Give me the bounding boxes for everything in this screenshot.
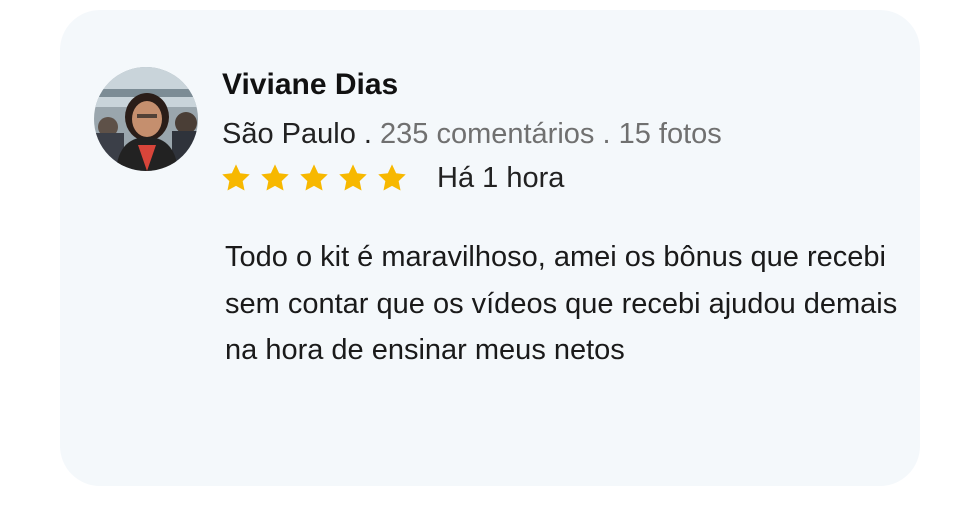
- reviewer-meta: São Paulo . 235 comentários . 15 fotos: [222, 118, 722, 151]
- star-icon: [220, 162, 252, 194]
- star-icon: [298, 162, 330, 194]
- reviewer-city: São Paulo .: [222, 118, 372, 150]
- reviewer-photo-count: 15 fotos: [618, 118, 722, 150]
- reviewer-name: Viviane Dias: [222, 68, 399, 101]
- avatar[interactable]: [94, 67, 198, 171]
- review-card: Viviane Dias São Paulo . 235 comentários…: [60, 10, 920, 486]
- review-text: Todo o kit é maravilhoso, amei os bônus …: [225, 241, 898, 366]
- star-icon: [259, 162, 291, 194]
- star-icon: [376, 162, 408, 194]
- star-rating: [220, 162, 415, 194]
- reviewer-comment-count: 235 comentários .: [380, 118, 611, 150]
- review-time: Há 1 hora: [437, 161, 565, 194]
- rating-row: Há 1 hora: [220, 160, 564, 196]
- star-icon: [337, 162, 369, 194]
